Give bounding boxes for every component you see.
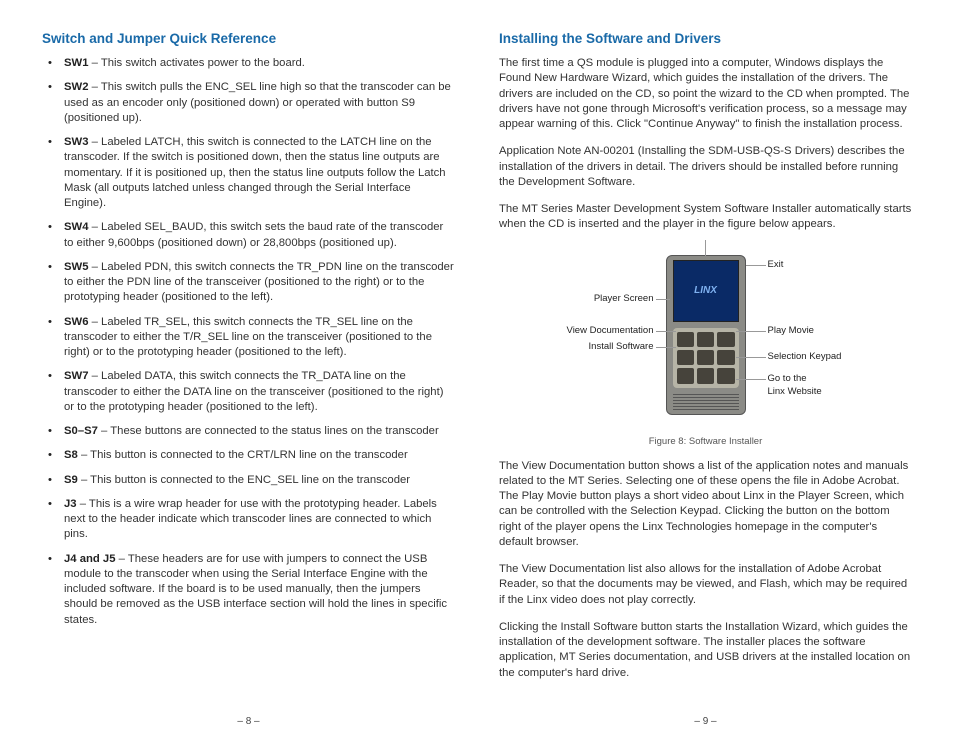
list-item: SW6 – Labeled TR_SEL, this switch connec…	[56, 315, 455, 361]
paragraph: Clicking the Install Software button sta…	[499, 620, 912, 681]
item-label: S8	[64, 449, 78, 461]
paragraph: The View Documentation list also allows …	[499, 562, 912, 608]
selection-keypad-icon	[673, 328, 739, 388]
left-page: Switch and Jumper Quick Reference SW1 – …	[20, 30, 477, 728]
item-text: – This button is connected to the CRT/LR…	[78, 449, 408, 461]
list-item: SW7 – Labeled DATA, this switch connects…	[56, 369, 455, 415]
page-number-left: – 8 –	[42, 705, 455, 729]
item-label: S9	[64, 474, 78, 486]
callout-linx-website: Go to the Linx Website	[768, 373, 822, 399]
item-label: SW7	[64, 370, 88, 382]
item-label: SW5	[64, 261, 88, 273]
callout-line	[736, 331, 766, 332]
item-label: S0–S7	[64, 425, 98, 437]
item-text: – This is a wire wrap header for use wit…	[64, 498, 437, 541]
item-text: – These headers are for use with jumpers…	[64, 553, 447, 626]
callout-play-movie: Play Movie	[768, 325, 814, 338]
item-text: – This switch pulls the ENC_SEL line hig…	[64, 81, 451, 124]
callout-line	[736, 357, 766, 358]
item-text: – This switch activates power to the boa…	[88, 57, 304, 69]
list-item: S8 – This button is connected to the CRT…	[56, 448, 455, 463]
list-item: J4 and J5 – These headers are for use wi…	[56, 552, 455, 628]
paragraph: The first time a QS module is plugged in…	[499, 56, 912, 132]
item-text: – Labeled TR_SEL, this switch connects t…	[64, 316, 432, 359]
software-installer-figure: LINX Player Screen View Documentation In…	[536, 255, 876, 430]
callout-line	[656, 331, 676, 332]
list-item: SW4 – Labeled SEL_BAUD, this switch sets…	[56, 220, 455, 251]
item-label: SW1	[64, 57, 88, 69]
callout-player-screen: Player Screen	[536, 293, 654, 306]
list-item: J3 – This is a wire wrap header for use …	[56, 497, 455, 543]
item-text: – Labeled DATA, this switch connects the…	[64, 370, 443, 413]
item-label: SW4	[64, 221, 88, 233]
callout-line	[746, 265, 766, 266]
antenna-icon	[705, 240, 706, 256]
left-heading: Switch and Jumper Quick Reference	[42, 30, 455, 48]
page-number-right: – 9 –	[499, 705, 912, 729]
figure-wrap: LINX Player Screen View Documentation In…	[499, 255, 912, 430]
callout-line	[736, 379, 766, 380]
paragraph: Application Note AN-00201 (Installing th…	[499, 144, 912, 190]
list-item: S0–S7 – These buttons are connected to t…	[56, 424, 455, 439]
list-item: S9 – This button is connected to the ENC…	[56, 473, 455, 488]
speaker-icon	[673, 392, 739, 410]
callout-line	[656, 347, 676, 348]
callout-install-software: Install Software	[536, 341, 654, 354]
callout-selection-keypad: Selection Keypad	[768, 351, 842, 364]
callout-line	[656, 299, 670, 300]
item-label: J4 and J5	[64, 553, 116, 565]
item-label: SW6	[64, 316, 88, 328]
list-item: SW2 – This switch pulls the ENC_SEL line…	[56, 80, 455, 126]
item-text: – Labeled LATCH, this switch is connecte…	[64, 136, 446, 209]
player-screen-icon: LINX	[673, 260, 739, 322]
item-label: J3	[64, 498, 77, 510]
paragraph: The MT Series Master Development System …	[499, 202, 912, 233]
switch-list: SW1 – This switch activates power to the…	[42, 56, 455, 637]
paragraph: The View Documentation button shows a li…	[499, 459, 912, 551]
figure-caption: Figure 8: Software Installer	[499, 436, 912, 449]
callout-view-documentation: View Documentation	[536, 325, 654, 338]
callout-exit: Exit	[768, 259, 784, 272]
player-device-icon: LINX	[666, 255, 746, 415]
right-heading: Installing the Software and Drivers	[499, 30, 912, 48]
item-text: – These buttons are connected to the sta…	[98, 425, 439, 437]
item-text: – Labeled SEL_BAUD, this switch sets the…	[64, 221, 443, 248]
item-label: SW3	[64, 136, 88, 148]
item-text: – This button is connected to the ENC_SE…	[78, 474, 410, 486]
item-label: SW2	[64, 81, 88, 93]
list-item: SW3 – Labeled LATCH, this switch is conn…	[56, 135, 455, 211]
item-text: – Labeled PDN, this switch connects the …	[64, 261, 454, 304]
list-item: SW5 – Labeled PDN, this switch connects …	[56, 260, 455, 306]
list-item: SW1 – This switch activates power to the…	[56, 56, 455, 71]
right-page: Installing the Software and Drivers The …	[477, 30, 934, 728]
